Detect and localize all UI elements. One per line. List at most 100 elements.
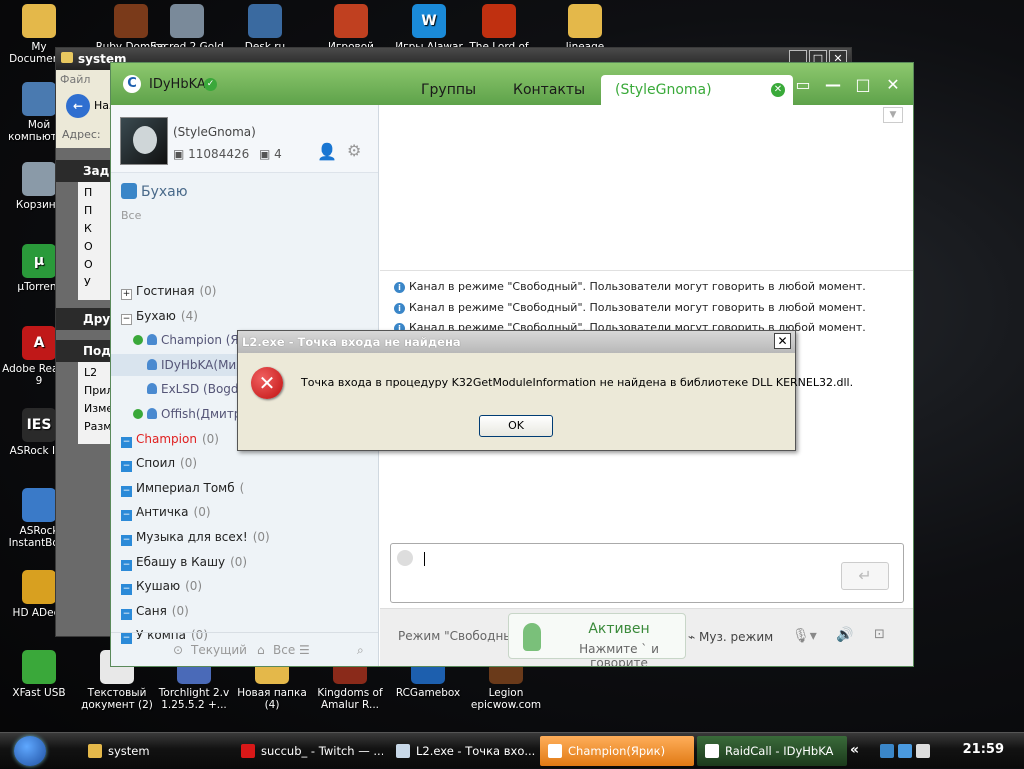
tab-active-channel[interactable]: (StyleGnoma) ✕ [601, 75, 793, 105]
home-icon[interactable]: ⌂ [257, 643, 265, 657]
panel-item[interactable]: Разме [84, 420, 112, 438]
record-icon[interactable]: ⊡ [874, 627, 885, 642]
mic-settings-icon[interactable]: 🎙▾ [792, 628, 817, 644]
raidcall-tray-icon[interactable] [880, 744, 894, 758]
music-mode-button[interactable]: ⌁ Муз. режим [688, 630, 773, 644]
search-icon[interactable]: ⌕ [357, 643, 364, 658]
channel-item[interactable]: − Саня (0) [111, 600, 378, 622]
channel-item[interactable]: − Ебашу в Кашу (0) [111, 551, 378, 573]
expand-icon[interactable]: + [121, 289, 132, 300]
panel-item[interactable]: П [84, 204, 112, 222]
member-count: ▣ 4 [259, 147, 282, 161]
send-button[interactable]: ↵ [841, 562, 889, 590]
collapse-icon[interactable]: − [121, 313, 132, 325]
ok-button[interactable]: OK [479, 415, 553, 437]
desktop-icon[interactable]: WИгры Alawar [390, 4, 468, 53]
close-icon[interactable]: ✕ [883, 75, 903, 94]
tab-contacts[interactable]: Контакты [513, 82, 585, 98]
channel-item-label: Империал Томб [136, 480, 235, 495]
current-filter[interactable]: Текущий [191, 643, 247, 657]
dialog-close-button[interactable]: ✕ [774, 333, 791, 349]
volume-icon[interactable]: 🔊 [836, 627, 853, 643]
channel-item-count: (0) [171, 603, 189, 618]
app-icon [248, 4, 282, 38]
panel-item[interactable]: П [84, 186, 112, 204]
collapse-icon[interactable]: − [121, 584, 132, 596]
sidebar-bottom-bar: ⊙ Текущий ⌂ Все ☰ ⌕ [111, 632, 378, 666]
clock[interactable]: 21:59 [963, 742, 1004, 757]
tab-groups[interactable]: Группы [421, 82, 476, 98]
desktop-icon[interactable]: lineage [546, 4, 624, 53]
network-icon[interactable] [898, 744, 912, 758]
collapse-icon[interactable]: − [121, 461, 132, 473]
channel-item[interactable]: − Античка (0) [111, 501, 378, 523]
channel-item[interactable]: − Музыка для всех! (0) [111, 526, 378, 548]
desktop-icon[interactable]: Sacred 2 Gold [148, 4, 226, 53]
speaking-icon [133, 335, 143, 346]
maximize-icon[interactable]: □ [853, 75, 873, 94]
desktop-icon-label: Текстовый документ (2) [81, 687, 153, 711]
panel-item[interactable]: К [84, 222, 112, 240]
taskbar-task[interactable]: L2.exe - Точка вхо... [388, 736, 536, 766]
other-panel-title[interactable]: Друг [56, 308, 116, 330]
start-button[interactable] [14, 736, 46, 766]
mini-mode-icon[interactable]: ▭ [793, 75, 813, 94]
system-message: i Канал в режиме "Свободный". Пользовател… [394, 280, 866, 293]
close-tab-icon[interactable]: ✕ [771, 83, 785, 97]
push-to-talk-button[interactable]: Активен Нажмите ` и говорите [508, 613, 686, 666]
desktop-icon-label: Новая папка (4) [237, 687, 307, 711]
channel-item[interactable]: − Кушаю (0) [111, 575, 378, 597]
details-panel-title[interactable]: Подр [56, 340, 120, 362]
collapse-icon[interactable]: − [121, 559, 132, 571]
desktop-icon[interactable]: Desk.ru [226, 4, 304, 53]
volume-tray-icon[interactable] [916, 744, 930, 758]
menu-file[interactable]: Файл [60, 73, 90, 86]
dialog-titlebar[interactable]: L2.exe - Точка входа не найдена ✕ [238, 331, 795, 353]
panel-item[interactable]: Прил [84, 384, 112, 402]
desktop-icon[interactable]: Игровой [312, 4, 390, 53]
gear-icon[interactable]: ⚙ [347, 141, 361, 160]
channel-item-label: Саня [136, 603, 167, 618]
current-username[interactable]: IDyHbKA [149, 77, 206, 92]
panel-item[interactable]: О [84, 240, 112, 258]
add-user-icon[interactable]: 👤 [317, 142, 337, 161]
online-status-icon[interactable]: ✓ [204, 78, 217, 91]
all-filter[interactable]: Все [273, 643, 295, 657]
channel-item[interactable]: + Гостиная (0) [111, 280, 378, 302]
chat-input[interactable]: ↵ [390, 543, 904, 603]
panel-item[interactable]: L2 [84, 366, 112, 384]
taskbar-task[interactable]: Champion(Ярик) [540, 736, 694, 766]
channel-item-count: (4) [180, 308, 198, 323]
collapse-icon[interactable]: − [121, 608, 132, 620]
panel-item[interactable]: Измен [84, 402, 112, 420]
list-icon[interactable]: ☰ [299, 643, 310, 657]
collapse-icon[interactable]: − [121, 510, 132, 522]
group-avatar[interactable] [120, 117, 168, 165]
panel-item[interactable]: О [84, 258, 112, 276]
minimize-icon[interactable]: — [823, 75, 843, 94]
panel-item[interactable]: У [84, 276, 112, 294]
channel-item[interactable]: − Споил (0) [111, 452, 378, 474]
channel-item-count: (0) [199, 284, 217, 298]
task-panel-title[interactable]: Зада [56, 160, 117, 182]
user-icon [147, 358, 157, 370]
smile-icon[interactable] [397, 550, 413, 566]
taskbar-task[interactable]: system [80, 736, 228, 766]
chevron-left-icon[interactable]: « [850, 742, 859, 758]
all-label[interactable]: Все [121, 209, 141, 222]
collapse-icon[interactable]: − [121, 485, 132, 497]
app-icon [22, 570, 56, 604]
collapse-icon[interactable]: − [121, 436, 132, 448]
location-icon[interactable]: ⊙ [173, 643, 183, 657]
taskbar-task[interactable]: succub_ - Twitch — ... [233, 736, 383, 766]
back-arrow-icon[interactable]: ← [66, 94, 90, 118]
chevron-down-icon[interactable]: ▼ [883, 107, 903, 123]
channel-item[interactable]: − Бухаю (4) [111, 305, 378, 327]
channel-item[interactable]: − Империал Томб ( [111, 477, 378, 499]
task-app-icon [705, 744, 719, 758]
collapse-icon[interactable]: − [121, 535, 132, 546]
error-dialog[interactable]: L2.exe - Точка входа не найдена ✕ ✕ Точк… [237, 330, 853, 451]
task-label: succub_ - Twitch — ... [261, 744, 383, 758]
taskbar-task[interactable]: RaidCall - IDyHbKA [697, 736, 847, 766]
desktop-icon[interactable]: XFast USB [0, 650, 78, 699]
